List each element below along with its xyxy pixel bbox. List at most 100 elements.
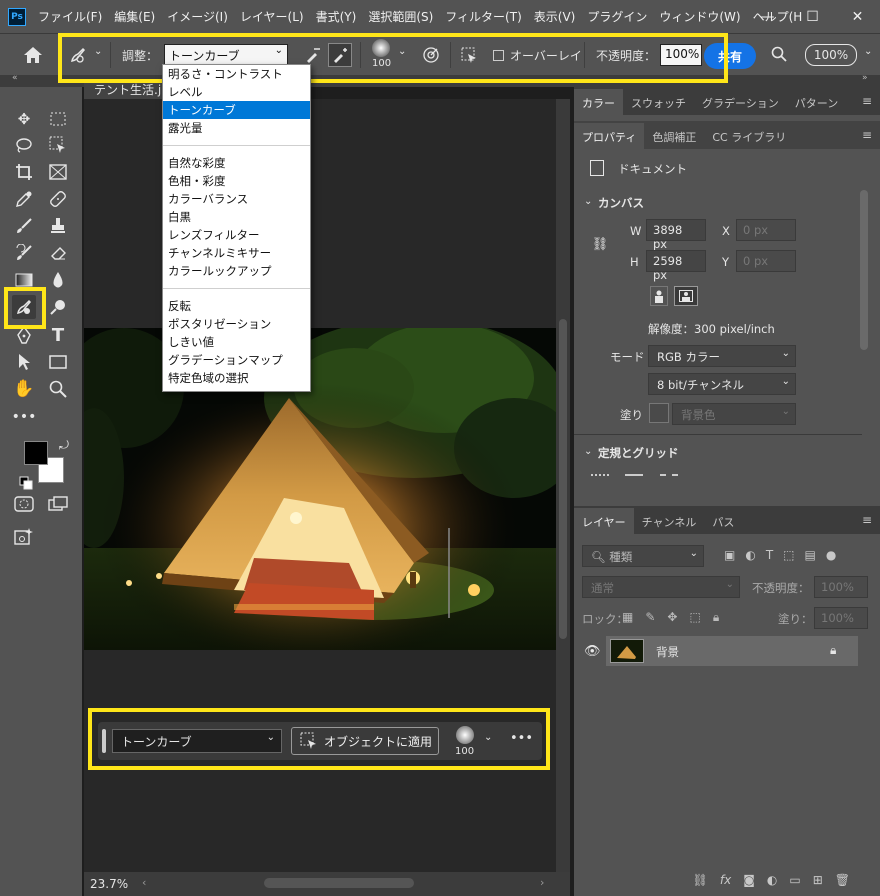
move-tool-icon[interactable]: ✥ [12,107,36,131]
x-input[interactable]: 0 px [736,219,796,241]
menu-type[interactable]: 書式(Y) [310,8,363,25]
adjustment-filter-icon[interactable]: ◐ [745,548,755,564]
scroll-left-icon[interactable]: ‹ [142,876,146,889]
taskbar-adjustment-select[interactable]: トーンカーブ ⌄ [112,729,282,753]
adjustment-select[interactable]: トーンカーブ ⌄ [164,44,288,66]
tab-gradients[interactable]: グラデーション [694,89,787,115]
quick-mask-icon[interactable] [12,492,36,516]
chevron-down-icon[interactable]: ⌄ [584,196,592,207]
search-icon[interactable] [770,45,788,63]
lock-pixels-icon[interactable]: ✎ [645,610,655,625]
menu-item-brightness-contrast[interactable]: 明るさ・コントラスト [163,65,310,83]
ruler-icon[interactable] [591,474,609,480]
menu-item-vibrance[interactable]: 自然な彩度 [163,154,310,172]
menu-item-color-lookup[interactable]: カラールックアップ [163,262,310,280]
tab-layers[interactable]: レイヤー [574,508,634,534]
adjustment-layer-icon[interactable]: ◐ [767,873,777,887]
menu-file[interactable]: ファイル(F) [32,8,108,25]
menu-edit[interactable]: 編集(E) [108,8,161,25]
generative-fill-icon[interactable] [12,524,36,548]
tab-swatches[interactable]: スウォッチ [623,89,694,115]
bit-depth-select[interactable]: 8 bit/チャンネル ⌄ [648,373,796,395]
smart-object-filter-icon[interactable]: ▤ [805,548,816,564]
menu-view[interactable]: 表示(V) [528,8,582,25]
path-selection-tool-icon[interactable] [12,350,36,374]
menu-select[interactable]: 選択範囲(S) [362,8,439,25]
marquee-tool-icon[interactable] [46,107,70,131]
tab-libraries[interactable]: CC ライブラリ [704,123,794,149]
collapse-left-icon[interactable]: « [12,73,18,83]
overlay-checkbox[interactable] [493,50,504,61]
zoom-tool-icon[interactable] [46,377,70,401]
visibility-eye-icon[interactable]: 👁︎ [584,644,601,659]
horizontal-scroll-thumb[interactable] [264,878,414,888]
zoom-level[interactable]: 23.7% [90,877,128,891]
hand-tool-icon[interactable]: ✋ [12,377,36,401]
scroll-thumb[interactable] [559,319,567,639]
mode-select[interactable]: RGB カラー ⌄ [648,345,796,367]
tab-paths[interactable]: パス [704,508,742,534]
scroll-right-icon[interactable]: › [540,876,544,889]
object-selection-tool-icon[interactable] [46,133,70,157]
dodge-tool-icon[interactable] [46,295,70,319]
tab-patterns[interactable]: パターン [787,89,846,115]
frame-tool-icon[interactable] [46,160,70,184]
new-group-icon[interactable]: ▭ [789,873,800,887]
layer-row[interactable]: 背景 🔒︎ [606,636,858,666]
share-button[interactable]: 共有 [704,43,756,69]
menu-item-color-balance[interactable]: カラーバランス [163,190,310,208]
menu-item-gradient-map[interactable]: グラデーションマップ [163,351,310,369]
gradient-tool-icon[interactable] [12,268,36,292]
blur-tool-icon[interactable] [46,268,70,292]
close-icon[interactable]: ✕ [835,0,880,33]
brush-tool-icon[interactable] [12,214,36,238]
filter-toggle-icon[interactable]: ● [826,548,836,564]
more-options-icon[interactable]: ••• [510,731,533,746]
properties-scroll-thumb[interactable] [860,190,868,350]
canvas-section-title[interactable]: カンバス [598,195,644,211]
subtract-brush-icon[interactable] [302,44,324,66]
chevron-down-icon[interactable]: ⌄ [584,446,592,457]
tab-color[interactable]: カラー [574,89,623,115]
link-icon[interactable]: ⛓ [592,234,609,254]
more-tools-icon[interactable]: ••• [12,405,37,429]
guides-icon[interactable] [660,474,678,480]
collapse-right-icon[interactable]: » [862,73,868,83]
menu-item-invert[interactable]: 反転 [163,297,310,315]
chevron-down-icon[interactable]: ⌄ [398,46,406,57]
menu-item-levels[interactable]: レベル [163,83,310,101]
layer-fill-input[interactable]: 100% [814,607,868,629]
fill-color-swatch[interactable] [649,403,669,423]
rulers-section-title[interactable]: 定規とグリッド [598,445,679,461]
fx-icon[interactable]: fx [720,873,731,887]
type-filter-icon[interactable]: T [766,548,773,564]
crop-tool-icon[interactable] [12,160,36,184]
zoom-display[interactable]: 100% [805,44,857,66]
menu-item-selective-color[interactable]: 特定色域の選択 [163,369,310,387]
brush-preview-icon[interactable] [372,39,390,57]
add-brush-icon[interactable] [328,43,352,67]
layer-name[interactable]: 背景 [656,644,679,660]
eyedropper-tool-icon[interactable] [12,187,36,211]
chevron-down-icon[interactable]: ⌄ [94,46,102,57]
minimize-icon[interactable]: — [745,0,790,33]
adjustment-brush-tool-icon[interactable] [12,295,36,319]
swap-colors-icon[interactable]: ⤾ [52,433,76,457]
sample-all-layers-icon[interactable] [458,44,480,66]
menu-item-posterize[interactable]: ポスタリゼーション [163,315,310,333]
drag-handle[interactable] [102,729,106,753]
delete-layer-icon[interactable]: 🗑︎ [835,873,850,887]
rectangle-tool-icon[interactable] [46,350,70,374]
layer-kind-filter[interactable]: 🔍︎ 種類 ⌄ [582,545,704,567]
image-filter-icon[interactable]: ▣ [724,548,735,564]
tab-properties[interactable]: プロパティ [574,123,645,149]
fill-select[interactable]: 背景色 ⌄ [672,403,796,425]
lock-transparent-icon[interactable]: ▦ [622,610,633,625]
width-input[interactable]: 3898 px [646,219,706,251]
shape-filter-icon[interactable]: ⬚ [783,548,794,564]
lock-position-icon[interactable]: ✥ [667,610,677,625]
grid-icon[interactable] [625,474,643,480]
eraser-tool-icon[interactable] [46,241,70,265]
menu-item-photo-filter[interactable]: レンズフィルター [163,226,310,244]
pen-tool-icon[interactable] [12,323,36,347]
